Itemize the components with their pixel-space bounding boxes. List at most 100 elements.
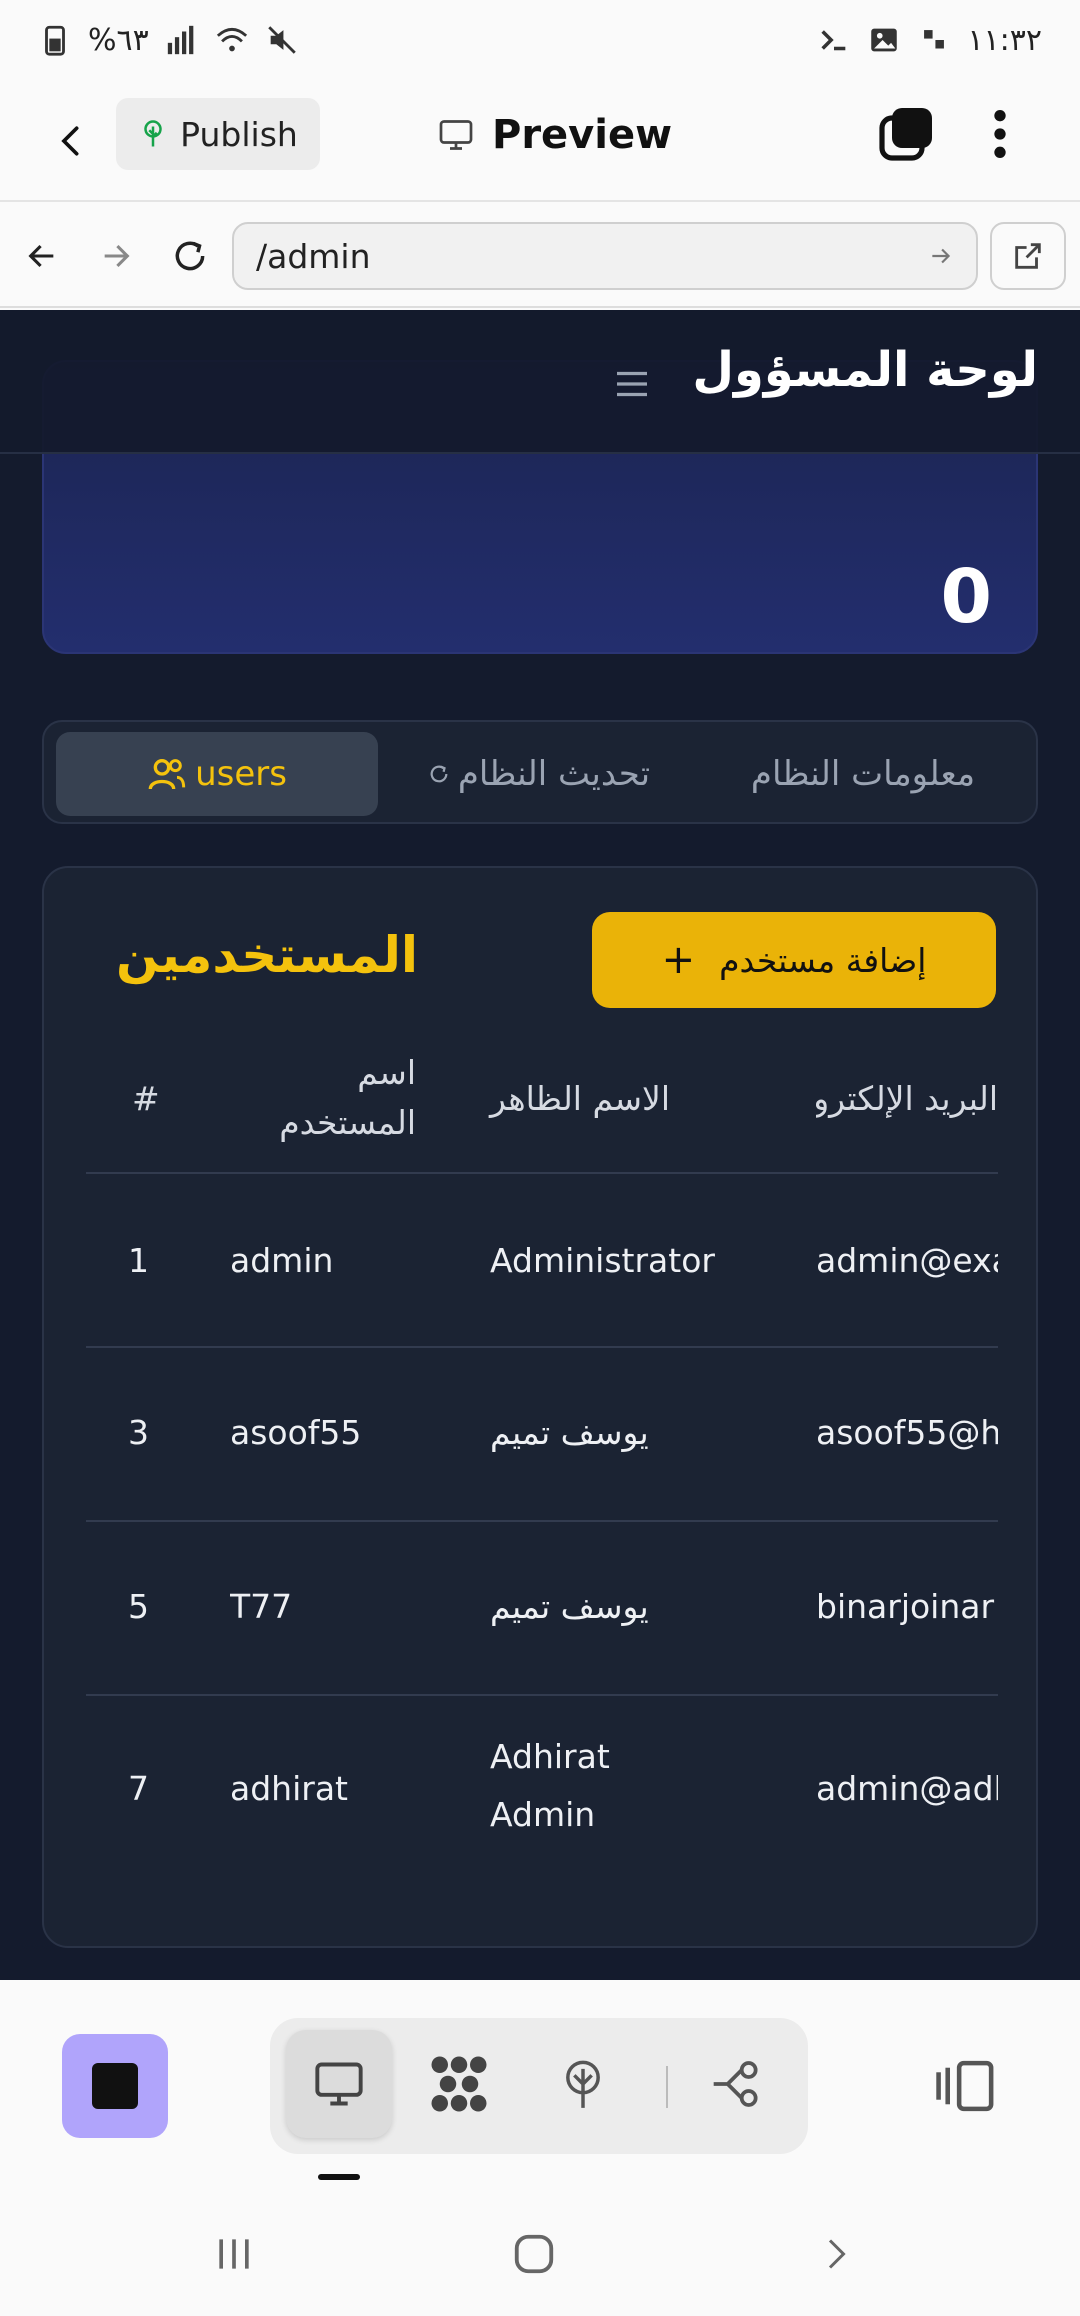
system-back-button[interactable]	[796, 2222, 876, 2286]
column-header-display-name: الاسم الظاهر	[490, 1079, 671, 1118]
system-nav-bar	[0, 2190, 1080, 2316]
url-input[interactable]: /admin	[232, 222, 978, 290]
status-left: %٦٣	[38, 23, 299, 58]
chevron-right-icon	[828, 2239, 846, 2269]
tab-users[interactable]: users	[56, 732, 378, 816]
preview-title: Preview	[436, 102, 672, 168]
table-row[interactable]: 5 T77 يوسف تميم binarjoinar	[86, 1522, 998, 1696]
open-external-button[interactable]	[990, 222, 1066, 290]
cell-display-name: Adhirat Admin	[490, 1737, 610, 1834]
cell-id: 3	[128, 1413, 149, 1452]
bottom-toolbar	[0, 1980, 1080, 2190]
mode-publish-button[interactable]	[530, 2030, 636, 2138]
column-header-username: اسم المستخدم	[216, 1048, 416, 1148]
tab-users-label: users	[195, 754, 287, 794]
clock: ١١:٣٢	[967, 22, 1042, 58]
chevron-left-icon	[61, 126, 79, 156]
tab-bar: users تحديث النظام معلومات النظام	[42, 720, 1038, 824]
refresh-icon	[430, 765, 448, 783]
site-header: لوحة المسؤول	[0, 310, 1080, 454]
tab-system-info-label: معلومات النظام	[750, 754, 976, 794]
home-button[interactable]	[494, 2222, 574, 2286]
cell-email: binarjoinar	[816, 1587, 995, 1626]
arrow-left-icon	[28, 244, 54, 268]
active-mode-indicator	[318, 2174, 360, 2180]
cell-email: admin@adhirat	[816, 1769, 998, 1808]
recent-apps-button[interactable]	[194, 2222, 274, 2286]
tab-system-update-label: تحديث النظام	[457, 754, 651, 794]
monitor-icon	[315, 2062, 363, 2106]
users-card: المستخدمين إضافة مستخدم + # اسم المستخدم…	[42, 866, 1038, 1948]
mute-icon	[267, 26, 296, 54]
cell-id: 7	[128, 1769, 149, 1808]
monitor-icon	[439, 120, 473, 150]
mode-divider	[666, 2066, 668, 2108]
cell-email: asoof55@hotmail.com	[816, 1413, 998, 1452]
stop-button[interactable]	[62, 2034, 168, 2138]
battery-icon	[45, 25, 65, 56]
tree-icon	[144, 120, 162, 147]
wifi-icon	[216, 27, 247, 52]
table-row[interactable]: 7 adhirat Adhirat Admin admin@adhirat	[86, 1696, 998, 1870]
mode-workflow-button[interactable]	[684, 2030, 790, 2138]
external-link-icon	[1015, 243, 1041, 269]
users-icon	[148, 759, 186, 790]
reload-icon	[175, 241, 205, 271]
preview-label: Preview	[492, 112, 673, 158]
cell-email: admin@example.com	[816, 1241, 998, 1280]
column-header-id: #	[132, 1079, 160, 1118]
cell-id: 1	[128, 1241, 149, 1280]
column-header-email: البريد الإلكتروني	[816, 1079, 998, 1118]
add-user-label: إضافة مستخدم	[719, 940, 927, 980]
terminal-icon	[821, 30, 846, 51]
blocks-icon	[431, 2056, 487, 2112]
url-text: /admin	[256, 236, 371, 276]
tab-system-update[interactable]: تحديث النظام	[378, 732, 700, 816]
cell-username: admin	[230, 1241, 334, 1280]
image-icon	[871, 28, 898, 52]
tab-system-info[interactable]: معلومات النظام	[700, 732, 1026, 816]
more-vertical-icon	[994, 110, 1006, 158]
stop-icon	[92, 2063, 138, 2109]
workflow-icon	[713, 2061, 758, 2107]
page-title: لوحة المسؤول	[692, 342, 1038, 398]
side-panel-button[interactable]	[926, 2034, 1006, 2138]
arrow-right-icon	[104, 244, 130, 268]
cell-username: adhirat	[230, 1769, 348, 1808]
signal-icon	[167, 25, 194, 55]
hamburger-icon	[617, 371, 647, 397]
go-arrow-icon[interactable]	[928, 243, 954, 269]
side-panel-icon	[936, 2060, 994, 2112]
status-right: ١١:٣٢	[817, 23, 1042, 58]
cell-username: asoof55	[230, 1413, 362, 1452]
battery-text: %٦٣	[88, 22, 149, 58]
cell-id: 5	[128, 1587, 149, 1626]
web-content: 0 لوحة المسؤول users تحديث النظام معلوما…	[0, 310, 1080, 1980]
mode-preview-button[interactable]	[286, 2030, 392, 2138]
column-header-username-text: اسم المستخدم	[279, 1053, 416, 1142]
add-user-button[interactable]: إضافة مستخدم +	[592, 912, 996, 1008]
publish-button[interactable]: Publish	[116, 98, 320, 170]
cell-display-name: يوسف تميم	[490, 1587, 649, 1626]
url-bar: /admin	[0, 204, 1080, 308]
mode-switcher	[270, 2018, 808, 2154]
tabs-button[interactable]	[876, 104, 936, 164]
plus-icon: +	[661, 937, 696, 983]
tabs-icon	[879, 108, 932, 161]
menu-button[interactable]	[608, 360, 656, 408]
nav-back-button[interactable]	[12, 226, 72, 286]
reload-button[interactable]	[160, 226, 220, 286]
mode-blocks-button[interactable]	[406, 2030, 512, 2138]
cell-username: T77	[230, 1587, 293, 1626]
tree-icon	[566, 2060, 600, 2108]
table-row[interactable]: 3 asoof55 يوسف تميم asoof55@hotmail.com	[86, 1348, 998, 1522]
publish-label: Publish	[180, 114, 298, 154]
nav-forward-button[interactable]	[86, 226, 146, 286]
table-row[interactable]: 1 admin Administrator admin@example.com	[86, 1174, 998, 1348]
more-options-button[interactable]	[970, 104, 1030, 164]
app-toolbar: Publish Preview	[0, 80, 1080, 202]
home-icon	[514, 2234, 554, 2274]
notification-dots-icon	[924, 30, 945, 49]
cell-display-name: يوسف تميم	[490, 1413, 649, 1452]
back-button[interactable]	[40, 110, 102, 172]
